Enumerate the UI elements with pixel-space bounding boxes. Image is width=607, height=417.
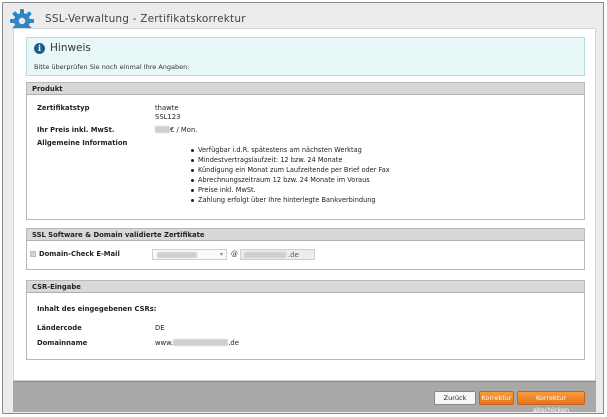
footer-bar: Zurück Korrektur Korrektur abschicken	[13, 381, 596, 414]
hint-title: Hinweis	[50, 41, 91, 54]
window-title: SSL-Verwaltung - Zertifikatskorrektur	[45, 13, 246, 25]
info-icon: i	[34, 43, 45, 54]
email-local-select[interactable]: ▾	[152, 249, 227, 260]
list-item: Abrechnungszeitraum 12 bzw. 24 Monate im…	[190, 175, 390, 185]
ssl-section-header: SSL Software & Domain validierte Zertifi…	[27, 229, 584, 241]
masked-domain-name	[173, 339, 229, 346]
list-item: Zahlung erfolgt über Ihre hinterlegte Ba…	[190, 195, 390, 205]
at-sign: @	[231, 250, 238, 258]
masked-price	[155, 126, 170, 133]
content-area: i Hinweis Bitte überprüfen Sie noch einm…	[13, 28, 596, 381]
price-value: € / Mon.	[155, 126, 197, 134]
csr-section: CSR-Eingabe Inhalt des eingegebenen CSRs…	[26, 280, 585, 360]
product-section: Produkt Zertifikatstyp thawte SSL123 Ihr…	[26, 82, 585, 220]
domain-prefix: www.	[155, 339, 174, 347]
certificate-type-label: Zertifikatstyp	[37, 104, 90, 112]
chevron-down-icon: ▾	[219, 251, 223, 258]
domain-name-value: www. .de	[155, 339, 239, 347]
domain-name-label: Domainname	[37, 339, 88, 347]
list-item: Verfügbar i.d.R. spätestens am nächsten …	[190, 145, 390, 155]
certificate-type-product: SSL123	[155, 113, 181, 121]
country-code-value: DE	[155, 324, 165, 332]
hint-box: i Hinweis Bitte überprüfen Sie noch einm…	[26, 37, 585, 76]
price-label: Ihr Preis inkl. MwSt.	[37, 126, 115, 134]
csr-content-label: Inhalt des eingegebenen CSRs:	[37, 305, 157, 313]
price-suffix: € / Mon.	[170, 126, 198, 134]
info-square-icon[interactable]	[30, 251, 36, 257]
back-button[interactable]: Zurück	[434, 391, 476, 405]
list-item: Kündigung ein Monat zum Laufzeitende per…	[190, 165, 390, 175]
dialog-window: SSL-Verwaltung - Zertifikatskorrektur i …	[2, 2, 604, 414]
ssl-section: SSL Software & Domain validierte Zertifi…	[26, 228, 585, 270]
domain-check-email-label: Domain-Check E-Mail	[39, 250, 120, 258]
email-domain-field: .de	[240, 249, 315, 260]
hint-text: Bitte überprüfen Sie noch einmal Ihre An…	[34, 63, 190, 71]
certificate-type-vendor: thawte	[155, 104, 179, 112]
country-code-label: Ländercode	[37, 324, 82, 332]
domain-name-suffix: .de	[228, 339, 239, 347]
general-info-label: Allgemeine Information	[37, 139, 128, 147]
masked-email-value	[157, 252, 197, 258]
product-section-header: Produkt	[27, 83, 584, 95]
submit-correction-button[interactable]: Korrektur abschicken	[517, 391, 585, 414]
masked-domain-value	[244, 252, 286, 258]
list-item: Mindestvertragslaufzeit: 12 bzw. 24 Mona…	[190, 155, 390, 165]
csr-section-header: CSR-Eingabe	[27, 281, 584, 293]
general-info-list: Verfügbar i.d.R. spätestens am nächsten …	[190, 145, 390, 205]
domain-suffix: .de	[288, 251, 299, 259]
list-item: Preise inkl. MwSt.	[190, 185, 390, 195]
correction-button[interactable]: Korrektur	[479, 391, 514, 405]
